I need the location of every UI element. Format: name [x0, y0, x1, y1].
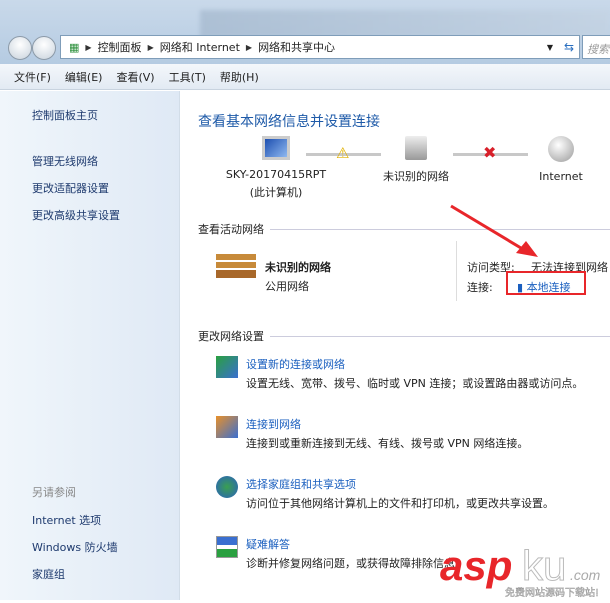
watermark-logo: asp ku .com 免费网站源码下载站! — [440, 540, 610, 600]
title-bar: ▦ ▶ 控制面板 ▶ 网络和 Internet ▶ 网络和共享中心 ▼ ⇆ 搜索 — [0, 0, 610, 64]
warning-icon: ⚠ — [336, 144, 350, 162]
menu-file[interactable]: 文件(F) — [14, 69, 51, 85]
menu-bar: 文件(F) 编辑(E) 查看(V) 工具(T) 帮助(H) — [0, 64, 610, 90]
section-heading: 查看活动网络 — [198, 223, 264, 236]
local-connection-link[interactable]: ▮ 本地连接 — [517, 279, 571, 295]
control-panel-icon: ▦ — [69, 40, 80, 54]
plug-icon: ▮ — [517, 281, 524, 294]
task-link[interactable]: 选择家庭组和共享选项 — [246, 476, 356, 492]
task-link[interactable]: 连接到网络 — [246, 416, 301, 432]
map-internet[interactable]: Internet — [526, 136, 596, 183]
connect-network-icon — [216, 416, 238, 438]
task-link[interactable]: 设置新的连接或网络 — [246, 356, 345, 372]
task-link[interactable]: 疑难解答 — [246, 536, 290, 552]
task-description: 设置无线、宽带、拨号、临时或 VPN 连接；或设置路由器或访问点。 — [246, 377, 584, 390]
computer-sub: (此计算机) — [249, 186, 303, 199]
globe-icon — [548, 136, 574, 162]
new-connection-icon — [216, 356, 238, 378]
dropdown-icon[interactable]: ▼ — [547, 43, 553, 52]
back-button[interactable] — [8, 36, 32, 60]
network-icon — [405, 136, 427, 160]
svg-text:免费网站源码下载站!: 免费网站源码下载站! — [505, 586, 599, 599]
computer-icon — [262, 136, 290, 160]
network-name: 未识别的网络 — [383, 170, 449, 183]
bench-icon — [216, 254, 256, 289]
sidebar-item-firewall[interactable]: Windows 防火墙 — [32, 539, 118, 555]
background-blur — [200, 10, 610, 38]
menu-help[interactable]: 帮助(H) — [220, 69, 259, 85]
sidebar-item-adapter[interactable]: 更改适配器设置 — [32, 180, 179, 196]
sidebar-item-wireless[interactable]: 管理无线网络 — [32, 153, 179, 169]
sidebar: 控制面板主页 管理无线网络 更改适配器设置 更改高级共享设置 另请参阅 Inte… — [0, 91, 180, 600]
red-arrow-icon — [450, 204, 538, 257]
sidebar-item-home[interactable]: 控制面板主页 — [32, 107, 179, 123]
active-network-name: 未识别的网络 — [265, 261, 331, 274]
chevron-right-icon: ▶ — [147, 42, 154, 52]
internet-label: Internet — [539, 170, 583, 183]
svg-text:.com: .com — [570, 567, 601, 583]
error-x-icon: ✖ — [483, 143, 497, 162]
menu-edit[interactable]: 编辑(E) — [65, 69, 103, 85]
sidebar-item-homegroup[interactable]: 家庭组 — [32, 566, 118, 582]
menu-view[interactable]: 查看(V) — [116, 69, 154, 85]
map-network[interactable]: 未识别的网络 — [376, 136, 456, 184]
sidebar-item-internet-options[interactable]: Internet 选项 — [32, 512, 118, 528]
homegroup-icon — [216, 476, 238, 498]
active-network-type[interactable]: 公用网络 — [265, 278, 309, 294]
forward-button[interactable] — [32, 36, 56, 60]
troubleshoot-icon — [216, 536, 238, 558]
svg-text:asp: asp — [440, 542, 512, 589]
search-input[interactable]: 搜索 — [582, 35, 610, 59]
local-connection-label: 本地连接 — [526, 281, 571, 294]
task-description: 连接到或重新连接到无线、有线、拨号或 VPN 网络连接。 — [246, 437, 529, 450]
address-bar[interactable]: ▦ ▶ 控制面板 ▶ 网络和 Internet ▶ 网络和共享中心 ▼ — [60, 35, 580, 59]
page-title: 查看基本网络信息并设置连接 — [198, 114, 380, 130]
connection-label: 连接: — [467, 281, 493, 294]
see-also-heading: 另请参阅 — [32, 486, 76, 499]
refresh-icon[interactable]: ⇆ — [560, 36, 578, 58]
breadcrumb-item[interactable]: 网络和 Internet — [160, 39, 240, 55]
svg-text:ku: ku — [522, 542, 566, 589]
task-description: 访问位于其他网络计算机上的文件和打印机，或更改共享设置。 — [246, 497, 554, 510]
change-settings-section: 更改网络设置 — [198, 328, 610, 344]
chevron-right-icon: ▶ — [245, 42, 253, 52]
chevron-right-icon: ▶ — [85, 42, 92, 52]
section-heading: 更改网络设置 — [198, 330, 264, 343]
computer-name: SKY-20170415RPT — [225, 168, 327, 181]
task-description: 诊断并修复网络问题，或获得故障排除信息。 — [246, 557, 466, 570]
breadcrumb-item[interactable]: 网络和共享中心 — [258, 39, 335, 55]
sidebar-item-sharing[interactable]: 更改高级共享设置 — [32, 207, 179, 223]
menu-tools[interactable]: 工具(T) — [169, 69, 206, 85]
main-content: 查看基本网络信息并设置连接 SKY-20170415RPT (此计算机) ⚠ 未… — [181, 91, 610, 600]
active-network-section: 查看活动网络 — [198, 221, 610, 237]
map-computer[interactable]: SKY-20170415RPT (此计算机) — [221, 136, 331, 200]
breadcrumb-item[interactable]: 控制面板 — [98, 39, 142, 55]
